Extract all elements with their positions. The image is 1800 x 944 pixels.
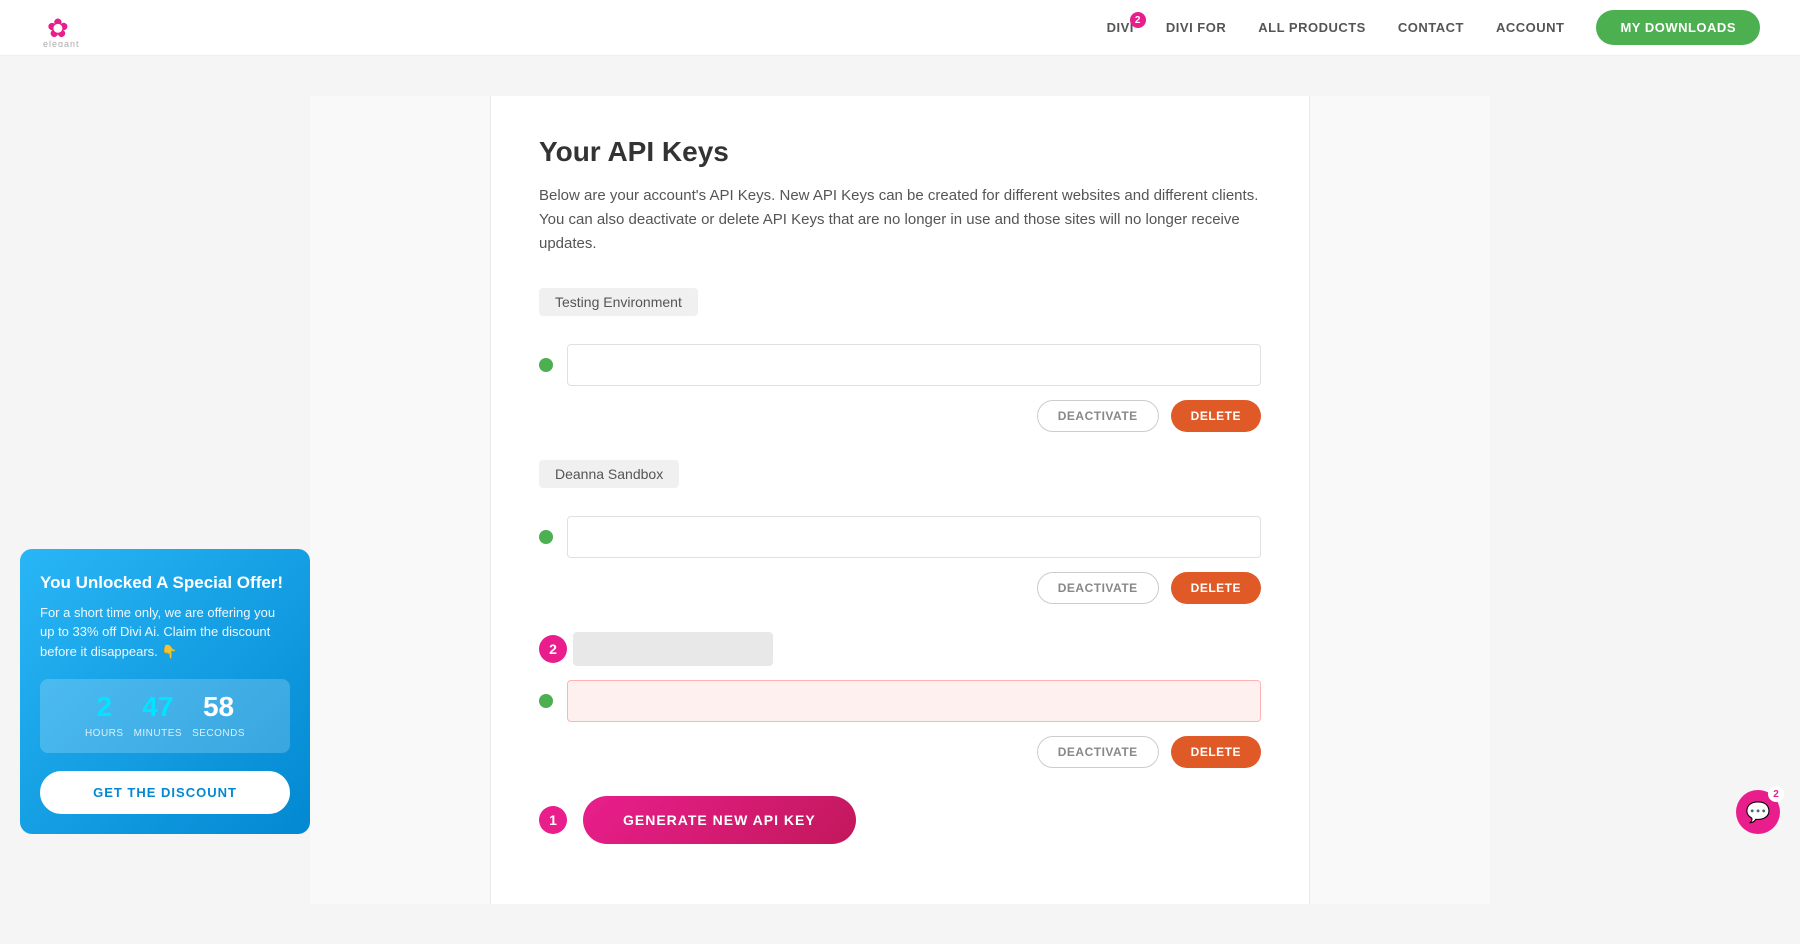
api-key-actions-2: DEACTIVATE DELETE [539,736,1261,768]
status-dot-1 [539,530,553,544]
entry-badge-2: 2 [539,635,567,663]
divi-badge: 2 [1130,12,1146,28]
api-entry-2: 2 DEACTIVATE DELETE [539,632,1261,768]
timer-minutes: 47 MINUTES [134,691,183,741]
page-title: Your API Keys [539,136,1261,168]
api-entry-name-0: Testing Environment [539,288,698,316]
api-key-row-0 [539,344,1261,386]
api-key-input-0[interactable] [567,344,1261,386]
timer-minutes-label: MINUTES [134,728,183,739]
generate-api-key-button[interactable]: GENERATE NEW API KEY [583,796,856,844]
deactivate-button-2[interactable]: DEACTIVATE [1037,736,1159,768]
api-entry-name-1: Deanna Sandbox [539,460,679,488]
nav-contact[interactable]: CONTACT [1398,20,1464,35]
generate-row: 1 GENERATE NEW API KEY [539,796,1261,844]
status-dot-2 [539,694,553,708]
get-discount-button[interactable]: GET THE DISCOUNT [40,771,290,814]
deactivate-button-0[interactable]: DEACTIVATE [1037,400,1159,432]
api-key-actions-1: DEACTIVATE DELETE [539,572,1261,604]
timer-hours: 2 HOURS [85,691,124,741]
api-key-input-2[interactable] [567,680,1261,722]
my-downloads-button[interactable]: MY DOWNLOADS [1596,10,1760,45]
promo-title: You Unlocked A Special Offer! [40,573,290,593]
entry-header-1: Deanna Sandbox [539,460,1261,502]
main-nav: DIVI 2 DIVI FOR ALL PRODUCTS CONTACT ACC… [1107,10,1760,45]
timer-seconds-label: SECONDS [192,728,245,739]
svg-text:elegant: elegant [43,39,80,47]
promo-card: You Unlocked A Special Offer! For a shor… [20,549,310,835]
chat-badge: 2 [1768,786,1784,802]
deactivate-button-1[interactable]: DEACTIVATE [1037,572,1159,604]
sidebar-left [310,96,490,904]
timer-seconds: 58 SECONDS [192,691,245,741]
api-entry-0: Testing Environment DEACTIVATE DELETE [539,288,1261,432]
delete-button-1[interactable]: DELETE [1171,572,1261,604]
delete-button-2[interactable]: DELETE [1171,736,1261,768]
promo-description: For a short time only, we are offering y… [40,603,290,662]
nav-all-products[interactable]: ALL PRODUCTS [1258,20,1366,35]
logo-svg: ✿ elegant [41,9,89,47]
promo-timer: 2 HOURS 47 MINUTES 58 SECONDS [40,679,290,753]
api-key-row-2 [539,680,1261,722]
chat-bubble[interactable]: 💬 2 [1736,790,1780,834]
timer-hours-value: 2 [85,691,124,723]
timer-minutes-value: 47 [134,691,183,723]
nav-divi[interactable]: DIVI 2 [1107,20,1134,35]
logo-icon: ✿ elegant [40,8,90,48]
generate-badge: 1 [539,806,567,834]
status-dot-0 [539,358,553,372]
timer-seconds-value: 58 [192,691,245,723]
entry-header-2: 2 [539,632,1261,666]
content-area: Your API Keys Below are your account's A… [490,96,1310,904]
chat-icon: 💬 [1746,800,1771,825]
api-entry-name-input-2[interactable] [573,632,773,666]
timer-hours-label: HOURS [85,728,124,739]
header: ✿ elegant DIVI 2 DIVI FOR ALL PRODUCTS C… [0,0,1800,56]
api-entry-1: Deanna Sandbox DEACTIVATE DELETE [539,460,1261,604]
logo: ✿ elegant [40,8,90,48]
api-key-row-1 [539,516,1261,558]
page-description: Below are your account's API Keys. New A… [539,184,1261,256]
entry-header-0: Testing Environment [539,288,1261,330]
nav-divi-for[interactable]: DIVI FOR [1166,20,1226,35]
nav-account[interactable]: ACCOUNT [1496,20,1565,35]
api-key-input-1[interactable] [567,516,1261,558]
sidebar-right [1310,96,1490,904]
api-key-actions-0: DEACTIVATE DELETE [539,400,1261,432]
delete-button-0[interactable]: DELETE [1171,400,1261,432]
